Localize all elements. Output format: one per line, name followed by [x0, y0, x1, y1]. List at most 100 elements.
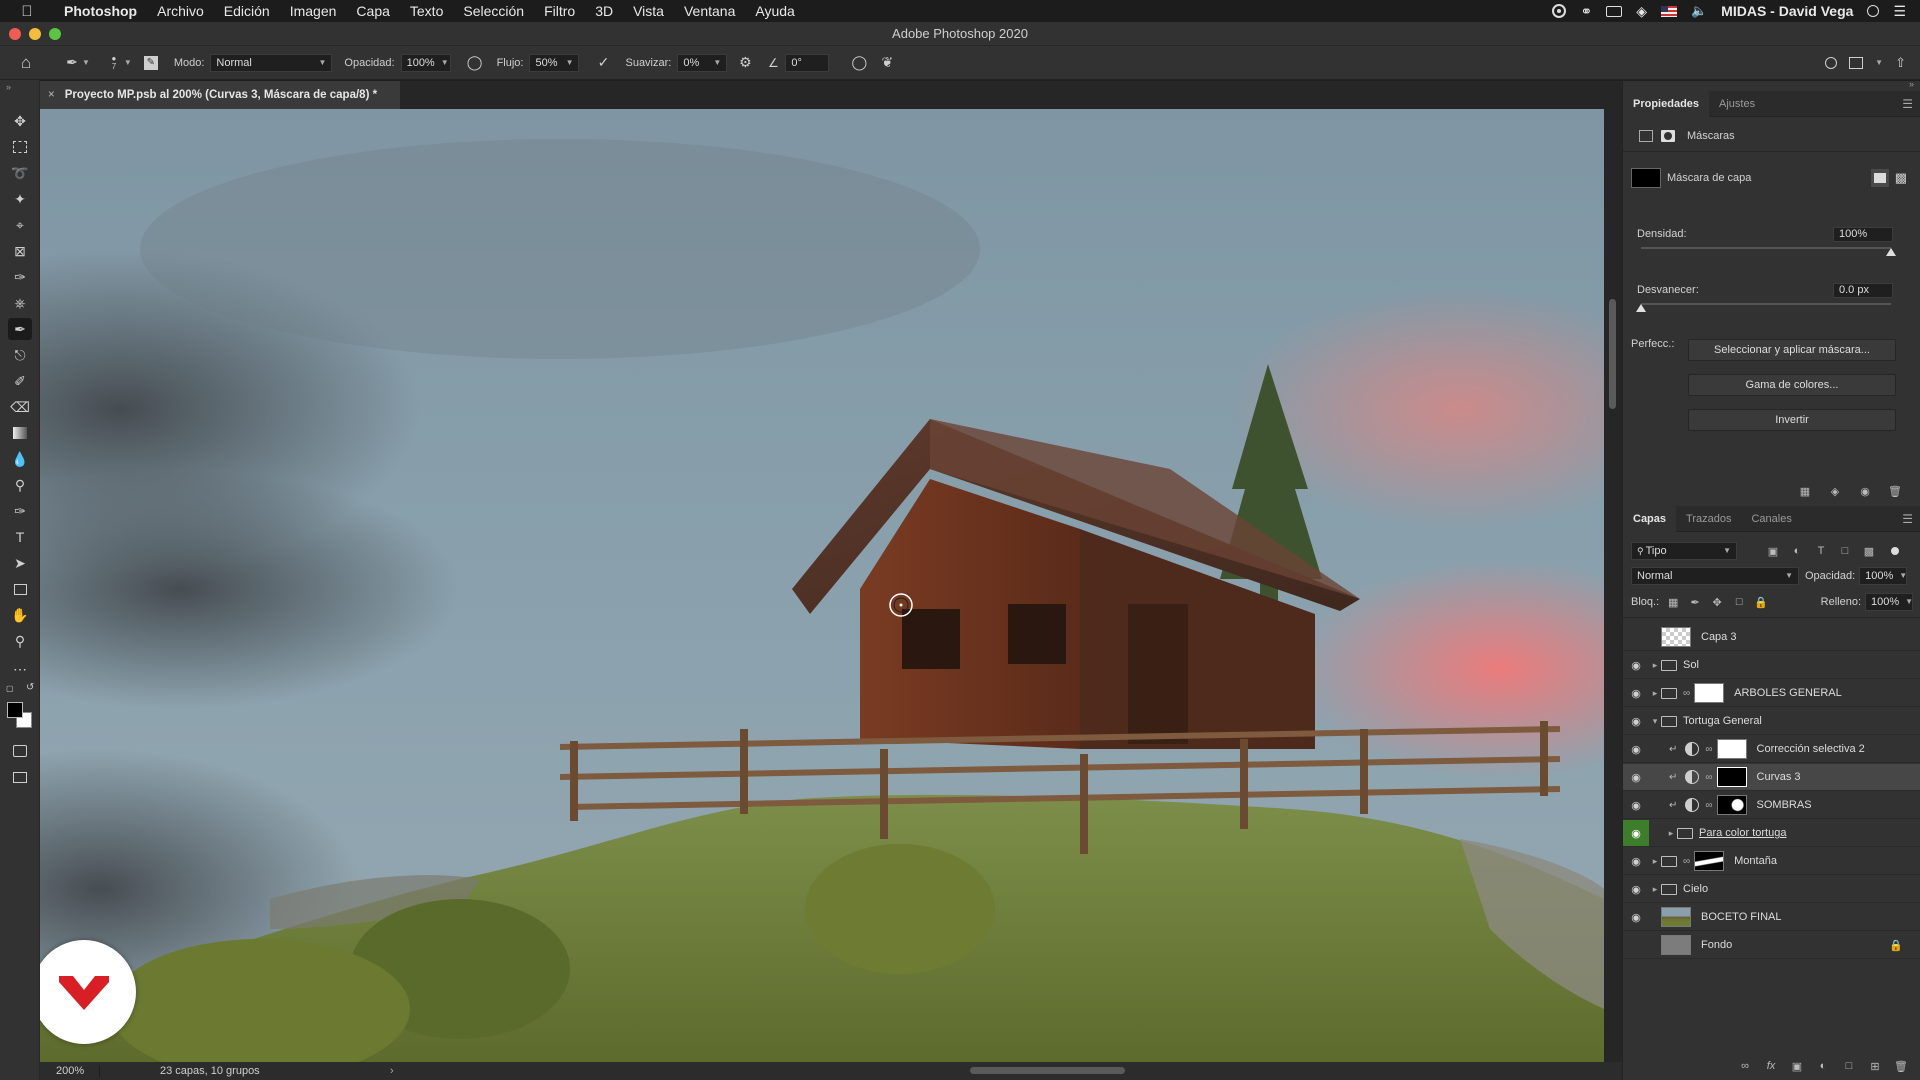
- pressure-opacity-icon[interactable]: ◯: [465, 53, 485, 73]
- mask-thumbnail[interactable]: [1631, 168, 1661, 188]
- layer-opacity-input[interactable]: 100% ▼: [1859, 567, 1907, 585]
- menu-imagen[interactable]: Imagen: [280, 3, 347, 19]
- visibility-eye-icon[interactable]: ◉: [1623, 771, 1649, 784]
- pixel-mask-icon[interactable]: [1639, 130, 1653, 142]
- minimize-window-button[interactable]: [29, 28, 41, 40]
- group-chevron-icon[interactable]: ▸: [1649, 856, 1661, 867]
- smoothing-options-gear-icon[interactable]: ⚙: [735, 53, 755, 73]
- filter-pixel-icon[interactable]: ▣: [1765, 543, 1781, 559]
- wifi-icon[interactable]: ◈: [1636, 3, 1647, 20]
- layer-row[interactable]: ◉ ▸ Cielo: [1623, 876, 1920, 903]
- add-mask-icon[interactable]: ▣: [1789, 1058, 1805, 1074]
- tab-canales[interactable]: Canales: [1741, 506, 1801, 532]
- lock-all-icon[interactable]: 🔒: [1753, 594, 1769, 610]
- pen-tool-icon[interactable]: ✑: [8, 500, 32, 522]
- brush-angle-input[interactable]: 0°: [785, 53, 830, 72]
- chain-link-icon[interactable]: ∞: [1683, 856, 1690, 867]
- density-input[interactable]: 100%: [1833, 226, 1893, 242]
- layer-name[interactable]: Corrección selectiva 2: [1757, 743, 1865, 755]
- mask-thumbnail[interactable]: [1716, 739, 1747, 759]
- menu-seleccion[interactable]: Selección: [453, 3, 534, 19]
- menu-ayuda[interactable]: Ayuda: [745, 3, 804, 19]
- layer-name[interactable]: Capa 3: [1701, 631, 1736, 643]
- visibility-eye-icon[interactable]: ◉: [1623, 939, 1649, 952]
- layer-name[interactable]: Cielo: [1683, 883, 1708, 895]
- fill-input[interactable]: 100% ▼: [1865, 593, 1913, 611]
- quick-mask-icon[interactable]: [8, 740, 32, 762]
- filter-type-icon[interactable]: T: [1813, 543, 1829, 559]
- lock-artboard-icon[interactable]: □: [1731, 594, 1747, 610]
- flag-icon[interactable]: [1660, 5, 1677, 17]
- chain-link-icon[interactable]: ∞: [1705, 744, 1712, 755]
- panel-collapse-icon[interactable]: »: [1909, 79, 1914, 89]
- layer-name[interactable]: ARBOLES GENERAL: [1734, 687, 1842, 699]
- close-document-icon[interactable]: ×: [48, 89, 55, 101]
- notification-center-icon[interactable]: ☰: [1893, 3, 1906, 20]
- smoothing-input[interactable]: 0% ▼: [677, 53, 728, 72]
- foreground-color-swatch[interactable]: [7, 702, 23, 718]
- visibility-eye-icon[interactable]: ◉: [1623, 820, 1649, 846]
- chain-link-icon[interactable]: ∞: [1683, 688, 1690, 699]
- tab-propiedades[interactable]: Propiedades: [1623, 90, 1710, 117]
- search-icon[interactable]: [1825, 56, 1838, 69]
- new-group-folder-icon[interactable]: □: [1841, 1058, 1857, 1074]
- menu-ventana[interactable]: Ventana: [674, 3, 745, 19]
- zoom-tool-icon[interactable]: ⚲: [8, 630, 32, 652]
- hand-tool-icon[interactable]: ✋: [8, 604, 32, 626]
- mask-thumbnail[interactable]: [1694, 851, 1725, 871]
- close-window-button[interactable]: [9, 28, 21, 40]
- airbrush-icon[interactable]: ✓: [593, 53, 613, 73]
- layer-row[interactable]: ◉ ▸ ∞ Montaña: [1623, 848, 1920, 875]
- chain-link-icon[interactable]: ∞: [1705, 800, 1712, 811]
- layer-name[interactable]: Sol: [1683, 659, 1699, 671]
- display-icon[interactable]: [1606, 5, 1623, 17]
- layer-row[interactable]: ◉ ↵ ∞ SOMBRAS: [1623, 792, 1920, 819]
- menu-vista[interactable]: Vista: [623, 3, 674, 19]
- document-canvas[interactable]: [40, 109, 1604, 1062]
- group-chevron-icon[interactable]: ▸: [1649, 688, 1661, 699]
- menu-filtro[interactable]: Filtro: [534, 3, 585, 19]
- flow-input[interactable]: 50% ▼: [529, 53, 580, 72]
- brush-settings-panel-icon[interactable]: ✎: [143, 55, 158, 70]
- mask-thumbnail[interactable]: [1716, 795, 1747, 815]
- pressure-size-icon[interactable]: ◯: [849, 53, 869, 73]
- tab-ajustes[interactable]: Ajustes: [1709, 91, 1765, 117]
- menu-app[interactable]: Photoshop: [54, 3, 147, 19]
- tab-trazados[interactable]: Trazados: [1676, 506, 1741, 532]
- layer-row[interactable]: ◉ ▸ Sol: [1623, 652, 1920, 679]
- color-range-button[interactable]: Gama de colores...: [1688, 374, 1896, 396]
- layer-thumbnail[interactable]: [1661, 627, 1691, 647]
- feather-input[interactable]: 0.0 px: [1833, 282, 1893, 298]
- magic-wand-tool-icon[interactable]: ✦: [8, 188, 32, 210]
- adjustment-layer-icon[interactable]: [1685, 770, 1700, 784]
- share-icon[interactable]: ⇧: [1895, 55, 1906, 71]
- path-selection-tool-icon[interactable]: ➤: [8, 552, 32, 574]
- eyedropper-tool-icon[interactable]: ✑: [8, 266, 32, 288]
- workspace-chevron-icon[interactable]: ▼: [1875, 58, 1883, 67]
- feather-slider-track[interactable]: [1641, 303, 1891, 305]
- group-chevron-icon[interactable]: ▸: [1649, 660, 1661, 671]
- clone-stamp-tool-icon[interactable]: ⎋: [8, 344, 32, 366]
- rectangle-tool-icon[interactable]: [8, 578, 32, 600]
- vertical-scroll-thumb[interactable]: [1609, 299, 1616, 409]
- layer-row[interactable]: ◉ BOCETO FINAL: [1623, 904, 1920, 931]
- more-tools-icon[interactable]: ⋯: [8, 658, 32, 680]
- filter-toggle-icon[interactable]: [1891, 547, 1899, 555]
- lock-pixels-brush-icon[interactable]: ✒: [1687, 594, 1703, 610]
- select-and-mask-button[interactable]: Seleccionar y aplicar máscara...: [1688, 339, 1896, 361]
- document-tab[interactable]: × Proyecto MP.psb al 200% (Curvas 3, Más…: [40, 81, 400, 109]
- brush-tool-preset-icon[interactable]: ✒: [62, 53, 82, 73]
- document-info[interactable]: 23 capas, 10 grupos: [100, 1065, 390, 1077]
- brush-size-chevron-icon[interactable]: ▼: [124, 58, 132, 67]
- opacity-input[interactable]: 100% ▼: [400, 53, 451, 72]
- mask-thumbnail[interactable]: [1716, 767, 1747, 787]
- layer-row[interactable]: ◉ Capa 3: [1623, 624, 1920, 651]
- move-tool-icon[interactable]: ✥: [8, 110, 32, 132]
- new-layer-icon[interactable]: ⊞: [1867, 1058, 1883, 1074]
- mask-visibility-eye-icon[interactable]: ◉: [1857, 483, 1873, 499]
- volume-icon[interactable]: 🔈: [1691, 3, 1707, 19]
- group-expanded-chevron-icon[interactable]: ▾: [1649, 716, 1661, 727]
- symmetry-butterfly-icon[interactable]: ❦: [877, 53, 897, 73]
- menu-archivo[interactable]: Archivo: [147, 3, 214, 19]
- screen-mode-icon[interactable]: [8, 766, 32, 788]
